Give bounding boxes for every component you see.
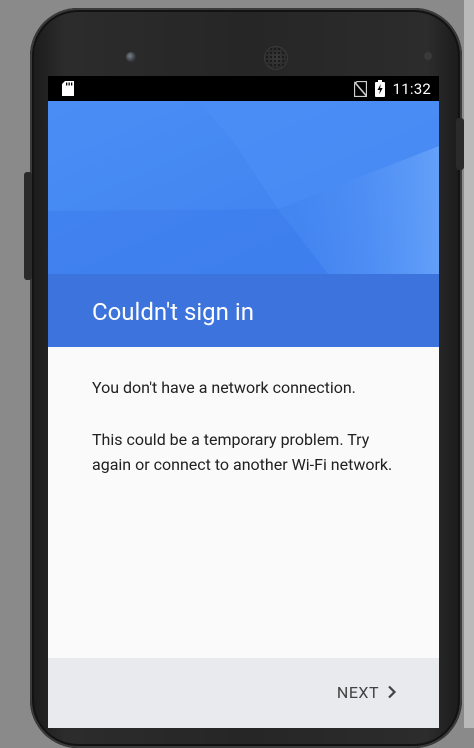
message-body: You don't have a network connection. Thi… — [92, 375, 412, 504]
front-camera — [126, 52, 136, 62]
background-strip — [464, 0, 474, 728]
no-sim-icon — [353, 80, 367, 97]
message-paragraph-2: This could be a temporary problem. Try a… — [92, 430, 393, 474]
status-icons: 11:32 — [353, 79, 431, 98]
earpiece-speaker — [264, 46, 288, 70]
next-button-label: NEXT — [336, 682, 379, 702]
device-screen: 11:32 Couldn't sign in You don't have a — [48, 76, 439, 728]
battery-charging-icon — [374, 80, 385, 97]
page-title: Couldn't sign in — [92, 298, 254, 326]
header-illustration — [48, 101, 439, 274]
status-time: 11:32 — [392, 79, 431, 98]
chevron-right-icon — [388, 685, 397, 699]
navigation-bar: NEXT — [48, 658, 439, 728]
message-paragraph-1: You don't have a network connection. — [92, 378, 356, 397]
header-background-shapes — [48, 101, 439, 274]
proximity-sensor — [424, 52, 432, 60]
sd-card-icon — [62, 81, 74, 96]
volume-button — [24, 172, 32, 280]
status-bar: 11:32 — [48, 76, 439, 101]
power-button — [456, 118, 464, 170]
next-button[interactable]: NEXT — [337, 677, 397, 707]
